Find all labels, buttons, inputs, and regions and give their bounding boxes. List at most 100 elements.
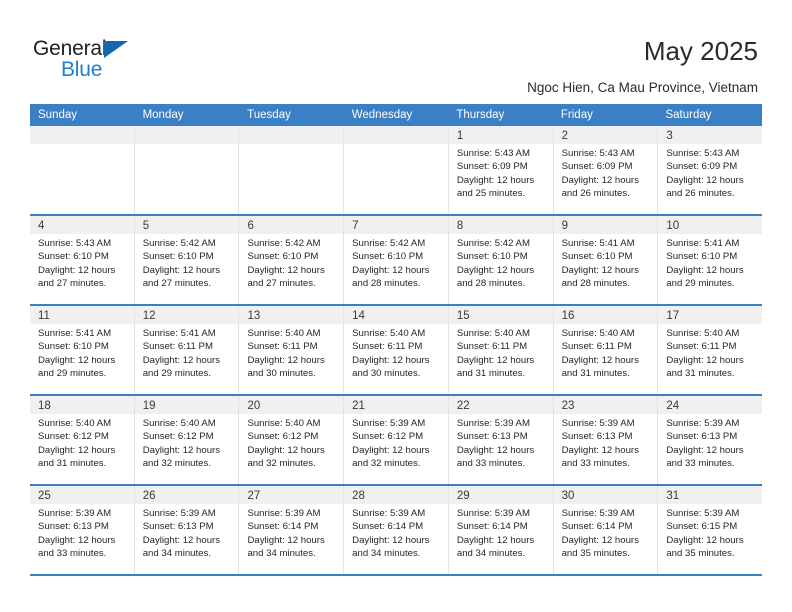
calendar-day-cell[interactable]: 6 Sunrise: 5:42 AM Sunset: 6:10 PM Daylight… bbox=[238, 216, 344, 304]
day-number-band: 10 bbox=[658, 216, 763, 234]
calendar-day-cell[interactable]: 4 Sunrise: 5:43 AM Sunset: 6:10 PM Daylight… bbox=[30, 216, 134, 304]
calendar-day-cell[interactable]: 24 Sunrise: 5:39 AM Sunset: 6:13 PM Dayligh… bbox=[657, 396, 763, 484]
day-detail-body: Sunrise: 5:42 AM Sunset: 6:10 PM Daylight:… bbox=[239, 234, 343, 290]
day-of-week-header: Sunday bbox=[38, 109, 78, 121]
day-number-band: 21 bbox=[344, 396, 448, 414]
day-number-band bbox=[134, 126, 239, 144]
day-number: 29 bbox=[456, 490, 470, 502]
day-detail-body: Sunrise: 5:42 AM Sunset: 6:10 PM Daylight:… bbox=[449, 234, 553, 290]
day-number-band: 18 bbox=[30, 396, 134, 414]
day-detail-line: Sunrise: 5:39 AM bbox=[352, 508, 426, 519]
calendar-day-cell[interactable]: 22 Sunrise: 5:39 AM Sunset: 6:13 PM Dayligh… bbox=[447, 396, 553, 484]
day-detail-line: and 34 minutes. bbox=[456, 547, 526, 559]
day-number: 8 bbox=[456, 220, 464, 232]
day-detail-line: Sunrise: 5:40 AM bbox=[142, 418, 216, 429]
day-detail-line: Sunrise: 5:39 AM bbox=[38, 508, 112, 519]
day-detail-line: Sunrise: 5:42 AM bbox=[142, 238, 216, 249]
day-detail-line: and 34 minutes. bbox=[142, 547, 211, 559]
calendar-day-cell[interactable]: 29 Sunrise: 5:39 AM Sunset: 6:14 PM Dayligh… bbox=[447, 486, 553, 574]
day-number: 17 bbox=[666, 310, 680, 322]
day-detail-body: Sunrise: 5:41 AM Sunset: 6:10 PM Daylight:… bbox=[658, 234, 762, 290]
day-detail-line: Daylight: 12 hours bbox=[247, 534, 325, 546]
calendar-day-cell[interactable]: 18 Sunrise: 5:40 AM Sunset: 6:12 PM Dayligh… bbox=[30, 396, 134, 484]
brand-logo[interactable]: General Blue bbox=[33, 38, 153, 84]
calendar-day-cell[interactable]: 2 Sunrise: 5:43 AM Sunset: 6:09 PM Daylight… bbox=[552, 126, 658, 214]
day-detail-line: and 29 minutes. bbox=[666, 277, 735, 289]
calendar-day-cell-empty bbox=[343, 126, 448, 214]
day-detail-body: Sunrise: 5:40 AM Sunset: 6:11 PM Daylight:… bbox=[239, 324, 343, 380]
brand-name-general: General bbox=[33, 37, 107, 60]
day-detail-line: Daylight: 12 hours bbox=[561, 354, 639, 366]
day-detail-line: Sunrise: 5:39 AM bbox=[456, 418, 530, 429]
day-detail-line: Sunset: 6:10 PM bbox=[456, 251, 528, 263]
calendar-day-cell-empty bbox=[133, 126, 239, 214]
day-number-band: 27 bbox=[239, 486, 344, 504]
calendar-day-cell[interactable]: 23 Sunrise: 5:39 AM Sunset: 6:13 PM Dayligh… bbox=[552, 396, 658, 484]
day-detail-body: Sunrise: 5:39 AM Sunset: 6:14 PM Daylight:… bbox=[344, 504, 448, 560]
day-detail-line: Sunset: 6:09 PM bbox=[666, 161, 738, 173]
day-detail-line: Sunrise: 5:39 AM bbox=[561, 418, 635, 429]
calendar-day-cell[interactable]: 7 Sunrise: 5:42 AM Sunset: 6:10 PM Daylight… bbox=[343, 216, 448, 304]
calendar-day-cell[interactable]: 10 Sunrise: 5:41 AM Sunset: 6:10 PM Dayligh… bbox=[657, 216, 763, 304]
calendar-day-cell[interactable]: 25 Sunrise: 5:39 AM Sunset: 6:13 PM Dayligh… bbox=[30, 486, 134, 574]
day-number: 7 bbox=[352, 220, 359, 232]
day-detail-body: Sunrise: 5:40 AM Sunset: 6:11 PM Daylight:… bbox=[344, 324, 448, 380]
calendar-day-cell[interactable]: 11 Sunrise: 5:41 AM Sunset: 6:10 PM Dayligh… bbox=[30, 306, 134, 394]
calendar-day-cell[interactable]: 15 Sunrise: 5:40 AM Sunset: 6:11 PM Dayligh… bbox=[447, 306, 553, 394]
calendar-day-cell[interactable]: 8 Sunrise: 5:42 AM Sunset: 6:10 PM Daylight… bbox=[447, 216, 553, 304]
day-detail-body: Sunrise: 5:42 AM Sunset: 6:10 PM Daylight:… bbox=[135, 234, 239, 290]
day-number-band: 29 bbox=[448, 486, 553, 504]
day-of-week-header: Wednesday bbox=[351, 109, 413, 121]
calendar-day-cell[interactable]: 5 Sunrise: 5:42 AM Sunset: 6:10 PM Daylight… bbox=[133, 216, 239, 304]
day-detail-line: Daylight: 12 hours bbox=[666, 264, 744, 276]
day-detail-line: Sunset: 6:11 PM bbox=[247, 341, 318, 353]
day-detail-line: and 31 minutes. bbox=[561, 367, 630, 379]
calendar-day-cell[interactable]: 16 Sunrise: 5:40 AM Sunset: 6:11 PM Dayligh… bbox=[552, 306, 658, 394]
calendar-day-cell[interactable]: 14 Sunrise: 5:40 AM Sunset: 6:11 PM Dayligh… bbox=[343, 306, 448, 394]
day-detail-line: Sunrise: 5:39 AM bbox=[456, 508, 530, 519]
day-detail-body: Sunrise: 5:39 AM Sunset: 6:12 PM Daylight:… bbox=[344, 414, 448, 470]
day-number: 9 bbox=[561, 220, 568, 232]
day-detail-body: Sunrise: 5:43 AM Sunset: 6:10 PM Daylight:… bbox=[30, 234, 134, 290]
day-detail-body bbox=[239, 144, 343, 147]
day-detail-line: Daylight: 12 hours bbox=[456, 264, 535, 276]
page-subtitle: Ngoc Hien, Ca Mau Province, Vietnam bbox=[527, 80, 758, 95]
day-detail-line: and 28 minutes. bbox=[456, 277, 526, 289]
calendar-day-cell[interactable]: 20 Sunrise: 5:40 AM Sunset: 6:12 PM Dayligh… bbox=[238, 396, 344, 484]
day-detail-line: Sunset: 6:12 PM bbox=[38, 431, 109, 443]
calendar-day-cell[interactable]: 1 Sunrise: 5:43 AM Sunset: 6:09 PM Daylight… bbox=[447, 126, 553, 214]
day-detail-line: Sunrise: 5:42 AM bbox=[247, 238, 321, 249]
calendar-day-cell[interactable]: 28 Sunrise: 5:39 AM Sunset: 6:14 PM Dayligh… bbox=[343, 486, 448, 574]
day-detail-line: Sunrise: 5:39 AM bbox=[561, 508, 635, 519]
calendar-day-cell[interactable]: 17 Sunrise: 5:40 AM Sunset: 6:11 PM Dayligh… bbox=[657, 306, 763, 394]
day-detail-line: and 31 minutes. bbox=[38, 457, 107, 469]
calendar-day-cell[interactable]: 9 Sunrise: 5:41 AM Sunset: 6:10 PM Daylight… bbox=[552, 216, 658, 304]
calendar-day-cell[interactable]: 27 Sunrise: 5:39 AM Sunset: 6:14 PM Dayligh… bbox=[238, 486, 344, 574]
day-detail-body: Sunrise: 5:40 AM Sunset: 6:11 PM Daylight:… bbox=[554, 324, 658, 380]
calendar-week-row: 25 Sunrise: 5:39 AM Sunset: 6:13 PM Dayligh… bbox=[30, 486, 763, 576]
day-detail-line: Sunrise: 5:41 AM bbox=[666, 238, 740, 249]
calendar-day-cell[interactable]: 31 Sunrise: 5:39 AM Sunset: 6:15 PM Dayligh… bbox=[657, 486, 763, 574]
day-number-band: 23 bbox=[553, 396, 658, 414]
day-detail-line: Sunset: 6:10 PM bbox=[247, 251, 319, 263]
calendar-day-cell[interactable]: 13 Sunrise: 5:40 AM Sunset: 6:11 PM Dayligh… bbox=[238, 306, 344, 394]
calendar-day-cell[interactable]: 3 Sunrise: 5:43 AM Sunset: 6:09 PM Daylight… bbox=[657, 126, 763, 214]
day-detail-body: Sunrise: 5:39 AM Sunset: 6:13 PM Daylight:… bbox=[449, 414, 553, 470]
day-detail-line: Sunrise: 5:40 AM bbox=[666, 328, 740, 339]
calendar-day-cell[interactable]: 26 Sunrise: 5:39 AM Sunset: 6:13 PM Dayligh… bbox=[133, 486, 239, 574]
day-detail-line: Daylight: 12 hours bbox=[352, 534, 430, 546]
day-detail-line: and 34 minutes. bbox=[352, 547, 421, 559]
page-header: General Blue May 2025 Ngoc Hien, Ca Mau … bbox=[0, 0, 792, 104]
day-number-band: 26 bbox=[134, 486, 239, 504]
day-number-band: 9 bbox=[553, 216, 658, 234]
calendar-day-cell[interactable]: 19 Sunrise: 5:40 AM Sunset: 6:12 PM Dayligh… bbox=[133, 396, 239, 484]
day-number-band: 5 bbox=[134, 216, 239, 234]
day-detail-line: Sunrise: 5:39 AM bbox=[666, 418, 740, 429]
calendar-day-cell[interactable]: 12 Sunrise: 5:41 AM Sunset: 6:11 PM Dayligh… bbox=[133, 306, 239, 394]
day-detail-body: Sunrise: 5:39 AM Sunset: 6:14 PM Daylight:… bbox=[554, 504, 658, 560]
day-detail-line: Sunrise: 5:40 AM bbox=[247, 418, 321, 429]
day-number-band: 13 bbox=[239, 306, 344, 324]
day-number-band: 2 bbox=[553, 126, 658, 144]
calendar-day-cell[interactable]: 30 Sunrise: 5:39 AM Sunset: 6:14 PM Dayligh… bbox=[552, 486, 658, 574]
calendar-day-cell[interactable]: 21 Sunrise: 5:39 AM Sunset: 6:12 PM Dayligh… bbox=[343, 396, 448, 484]
